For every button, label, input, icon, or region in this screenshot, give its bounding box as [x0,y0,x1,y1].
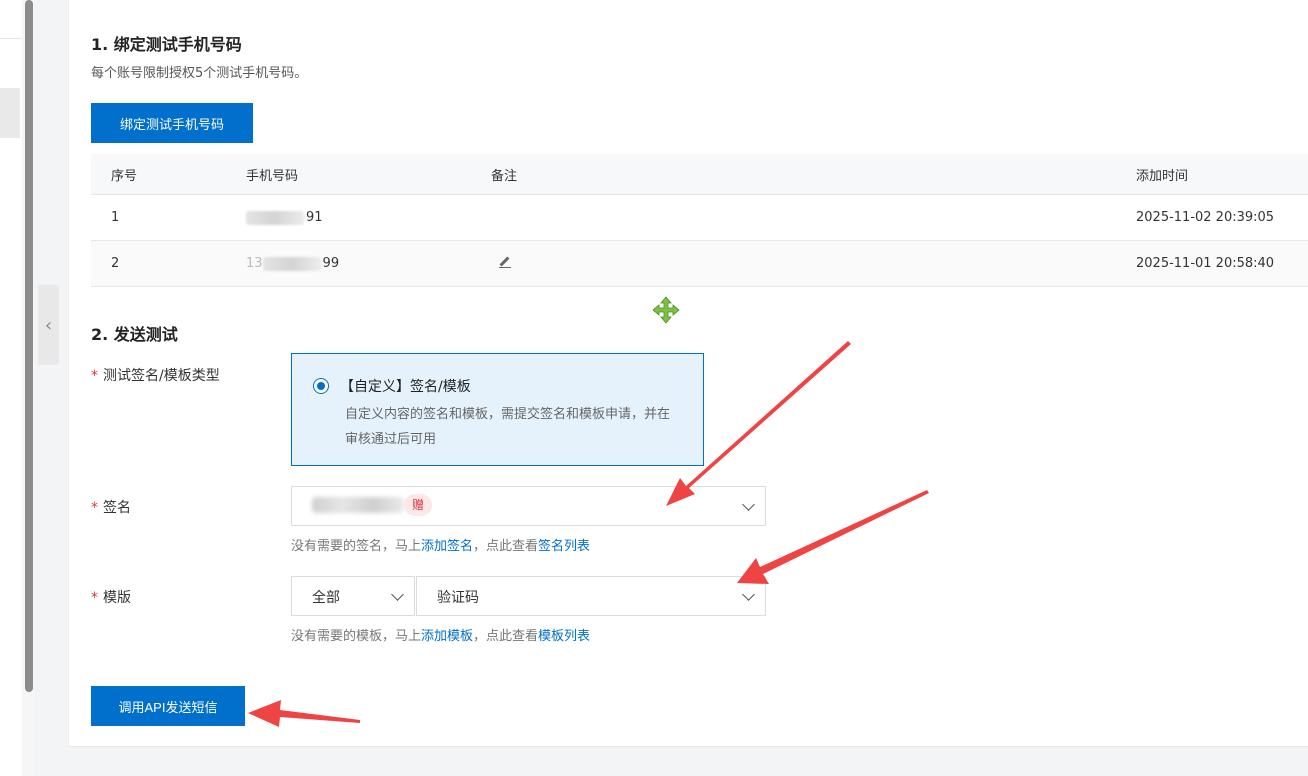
left-nav-strip [0,0,22,776]
hint-text: ，点此查看 [473,629,539,644]
test-send-card: 1. 绑定测试手机号码 每个账号限制授权5个测试手机号码。 绑定测试手机号码 序… [68,0,1308,747]
required-mark: * [91,590,98,606]
hint-text: ，点此查看 [473,539,539,554]
sign-label: * 签名 [91,497,131,517]
phone-table: 序号 手机号码 备注 添加时间 1 91 2025-11-02 20:39:05… [91,154,1308,287]
masked-phone [246,210,304,225]
col-index: 序号 [91,154,246,195]
hint-text: 没有需要的模板，马上 [291,629,422,644]
nav-scrollbar[interactable] [23,0,35,776]
type-label: * 测试签名/模板类型 [91,365,220,385]
chevron-down-icon [391,588,404,601]
col-phone: 手机号码 [246,154,491,195]
template-hint: 没有需要的模板，马上添加模板，点此查看模板列表 [291,625,590,644]
section-bind-title: 1. 绑定测试手机号码 [91,35,242,54]
gift-tag: 赠 [404,494,433,516]
template-list-link[interactable]: 模板列表 [538,629,590,644]
table-row: 2 13 99 2025-11-01 20:58:40 [91,240,1308,287]
template-select[interactable]: 验证码 [416,576,766,616]
cell-time: 2025-11-01 20:58:40 [1136,240,1308,287]
custom-type-option[interactable]: 【自定义】签名/模板 自定义内容的签名和模板，需提交签名和模板申请，并在审核通过… [291,353,704,466]
cell-time: 2025-11-02 20:39:05 [1136,194,1308,241]
masked-signature [312,497,404,513]
sign-hint: 没有需要的签名，马上添加签名，点此查看签名列表 [291,535,590,554]
cell-note [491,240,1136,287]
phone-suffix: 99 [322,256,340,271]
chevron-down-icon [742,498,755,511]
template-category-select[interactable]: 全部 [291,576,415,616]
template-label: * 模版 [91,587,131,607]
scroll-thumb[interactable] [25,0,33,692]
cell-index: 1 [91,194,246,241]
col-time: 添加时间 [1136,154,1308,195]
nav-active-item[interactable] [0,88,20,138]
cell-note [491,194,1136,241]
hint-text: 没有需要的签名，马上 [291,539,422,554]
type-label-text: 测试签名/模板类型 [103,368,220,384]
phone-suffix: 91 [306,210,323,225]
cell-phone: 91 [246,194,491,241]
table-row: 1 91 2025-11-02 20:39:05 [91,194,1308,241]
masked-phone [262,256,321,271]
required-mark: * [91,368,98,384]
category-value: 全部 [312,590,340,606]
cell-phone: 13 99 [246,240,491,287]
radio-desc: 自定义内容的签名和模板，需提交签名和模板申请，并在审核通过后可用 [345,407,671,447]
edit-icon[interactable] [499,255,513,269]
required-mark: * [91,500,98,516]
chevron-left-icon: ‹ [44,314,53,336]
add-template-link[interactable]: 添加模板 [421,629,473,644]
section-bind-desc: 每个账号限制授权5个测试手机号码。 [91,66,308,81]
sign-select[interactable]: 赠 [291,486,766,526]
col-note: 备注 [491,154,1136,195]
move-cursor-icon [652,296,680,324]
chevron-down-icon [742,588,755,601]
phone-prefix: 13 [246,256,263,271]
sign-list-link[interactable]: 签名列表 [538,539,590,554]
add-sign-link[interactable]: 添加签名 [421,539,473,554]
table-header-row: 序号 手机号码 备注 添加时间 [91,154,1308,195]
template-label-text: 模版 [103,590,131,606]
bind-phone-button[interactable]: 绑定测试手机号码 [91,103,253,143]
radio-title: 【自定义】签名/模板 [340,379,471,395]
template-value: 验证码 [437,590,479,606]
nav-divider [0,38,22,39]
sign-label-text: 签名 [103,500,131,516]
radio-checked-icon[interactable] [313,378,329,394]
cell-index: 2 [91,240,246,287]
section-send-title: 2. 发送测试 [91,325,178,344]
collapse-sidebar-button[interactable]: ‹ [38,285,59,365]
send-api-sms-button[interactable]: 调用API发送短信 [91,686,245,726]
